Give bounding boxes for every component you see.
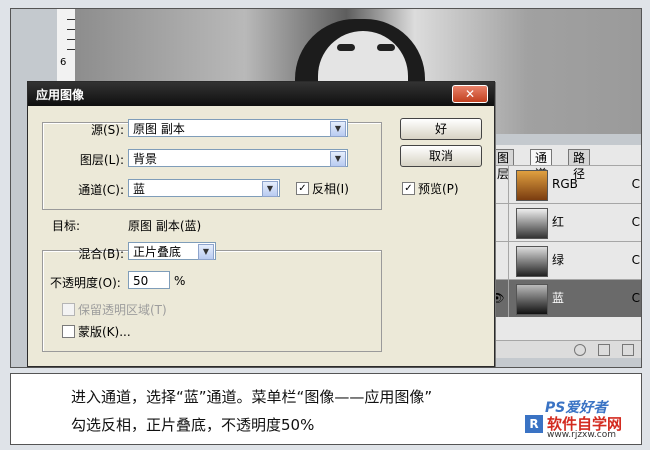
cancel-button[interactable]: 取消 <box>400 145 482 167</box>
chevron-down-icon[interactable]: ▼ <box>198 244 214 260</box>
target-value: 原图 副本(蓝) <box>128 219 202 233</box>
chevron-down-icon[interactable]: ▼ <box>330 121 346 137</box>
channel-shortcut: C <box>631 253 640 267</box>
blend-value: 正片叠底 <box>133 245 182 259</box>
source-value: 原图 副本 <box>133 122 185 136</box>
channel-row-green[interactable]: 绿 C <box>486 241 641 279</box>
invert-label: 反相(I) <box>312 182 349 196</box>
channel-shortcut: C <box>631 291 640 305</box>
chevron-down-icon[interactable]: ▼ <box>330 151 346 167</box>
tutorial-frame: 6 图层 通道 路径 RGB C 红 C <box>0 0 650 450</box>
channel-label: 通道(C): <box>78 183 124 197</box>
panel-footer <box>486 340 641 358</box>
close-icon[interactable]: ✕ <box>452 85 488 103</box>
tab-paths[interactable]: 路径 <box>568 149 591 181</box>
logo-url: www.rjzxw.com <box>547 430 616 440</box>
load-selection-icon[interactable] <box>574 344 586 356</box>
photo-eye <box>377 44 395 51</box>
channel-label: 红 <box>552 215 565 229</box>
preview-label: 预览(P) <box>418 182 459 196</box>
photo-eye <box>337 44 355 51</box>
logo-mark-icon: R <box>525 415 543 433</box>
tab-channels[interactable]: 通道 <box>530 149 553 181</box>
invert-checkbox[interactable]: ✓ <box>296 182 309 195</box>
channel-row-rgb[interactable]: RGB C <box>486 165 641 203</box>
instruction-caption: 进入通道，选择“蓝”通道。菜单栏“图像——应用图像” 勾选反相，正片叠底，不透明… <box>10 373 642 445</box>
channel-thumbnail <box>516 246 548 277</box>
preview-checkbox[interactable]: ✓ <box>402 182 415 195</box>
new-channel-icon[interactable] <box>622 344 634 356</box>
opacity-unit: % <box>174 274 186 288</box>
channel-label: 绿 <box>552 253 565 267</box>
layer-value: 背景 <box>133 152 158 166</box>
dialog-titlebar[interactable]: 应用图像 ✕ <box>28 82 494 106</box>
channel-row-blue[interactable]: 👁 蓝 C <box>486 279 641 317</box>
preserve-transparency-checkbox[interactable] <box>62 303 75 316</box>
site-logo: PS爱好者 R 软件自学网 www.rjzxw.com <box>525 397 635 441</box>
mask-checkbox[interactable] <box>62 325 75 338</box>
opacity-input[interactable]: 50 <box>128 271 170 289</box>
dialog-title: 应用图像 <box>36 88 85 102</box>
blend-select[interactable]: 正片叠底 ▼ <box>128 242 216 260</box>
ruler-tick <box>67 39 75 40</box>
channel-shortcut: C <box>631 177 640 191</box>
chevron-down-icon[interactable]: ▼ <box>262 181 278 197</box>
ruler-number: 6 <box>60 57 67 68</box>
mask-label: 蒙版(K)... <box>78 325 131 339</box>
ruler-tick <box>67 49 75 50</box>
ruler-tick <box>67 19 75 20</box>
ruler-tick <box>67 29 75 30</box>
layer-select[interactable]: 背景 ▼ <box>128 149 348 167</box>
preserve-transparency-label: 保留透明区域(T) <box>78 303 167 317</box>
channels-panel: 图层 通道 路径 RGB C 红 C 绿 C <box>485 145 641 358</box>
opacity-label: 不透明度(O): <box>50 276 121 290</box>
apply-image-dialog: 应用图像 ✕ 源(S): 原图 副本 ▼ 图层(L): 背景 ▼ 通道(C): … <box>27 81 495 367</box>
channel-label: RGB <box>552 177 578 191</box>
blend-label: 混合(B): <box>78 247 124 261</box>
caption-line-2: 勾选反相，正片叠底，不透明度50% <box>71 416 315 434</box>
target-label: 目标: <box>52 219 81 233</box>
ok-button[interactable]: 好 <box>400 118 482 140</box>
source-select[interactable]: 原图 副本 ▼ <box>128 119 348 137</box>
save-selection-icon[interactable] <box>598 344 610 356</box>
channel-thumbnail <box>516 170 548 201</box>
channel-label: 蓝 <box>552 291 565 305</box>
layer-label: 图层(L): <box>79 153 124 167</box>
channel-select[interactable]: 蓝 ▼ <box>128 179 280 197</box>
vertical-ruler: 6 <box>57 9 76 89</box>
tab-layers[interactable]: 图层 <box>492 149 515 181</box>
channel-value: 蓝 <box>133 182 146 196</box>
channel-row-red[interactable]: 红 C <box>486 203 641 241</box>
channel-thumbnail <box>516 284 548 315</box>
photoshop-screenshot: 6 图层 通道 路径 RGB C 红 C <box>10 8 642 368</box>
channel-shortcut: C <box>631 215 640 229</box>
channel-thumbnail <box>516 208 548 239</box>
caption-line-1: 进入通道，选择“蓝”通道。菜单栏“图像——应用图像” <box>71 388 433 406</box>
source-label: 源(S): <box>90 123 124 137</box>
